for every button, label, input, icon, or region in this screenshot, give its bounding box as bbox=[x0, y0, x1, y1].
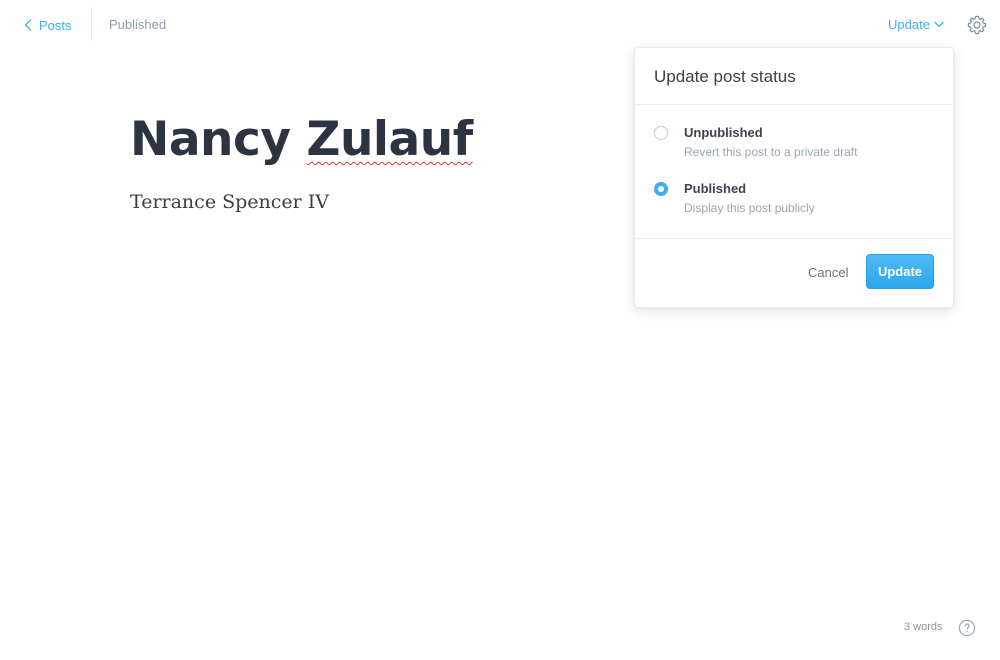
editor-page: Posts Published Update Nancy Zulauf Terr… bbox=[0, 0, 1000, 660]
update-button[interactable]: Update bbox=[866, 254, 934, 289]
chevron-left-icon bbox=[24, 19, 32, 31]
cancel-button[interactable]: Cancel bbox=[808, 265, 848, 280]
status-option-unpublished[interactable]: Unpublished Revert this post to a privat… bbox=[654, 124, 934, 164]
published-description: Display this post publicly bbox=[684, 201, 815, 215]
post-title-first: Nancy bbox=[130, 112, 307, 167]
gear-icon bbox=[967, 15, 987, 35]
status-option-published[interactable]: Published Display this post publicly bbox=[654, 180, 934, 220]
post-title[interactable]: Nancy Zulauf bbox=[130, 108, 473, 172]
help-button[interactable] bbox=[958, 619, 976, 637]
popover-footer-divider bbox=[635, 238, 953, 239]
topbar-divider bbox=[91, 7, 92, 41]
chevron-down-icon bbox=[934, 21, 944, 28]
settings-button[interactable] bbox=[966, 14, 988, 36]
update-dropdown-toggle[interactable]: Update bbox=[888, 17, 944, 32]
word-count: 3 words bbox=[904, 621, 943, 633]
question-circle-icon bbox=[958, 619, 976, 637]
post-title-misspelled-word: Zulauf bbox=[306, 112, 473, 167]
unpublished-radio[interactable] bbox=[654, 126, 668, 140]
post-status-label: Published bbox=[109, 17, 167, 32]
update-toggle-label: Update bbox=[888, 17, 930, 32]
published-radio[interactable] bbox=[654, 182, 668, 196]
post-body-text[interactable]: Terrance Spencer IV bbox=[130, 189, 329, 215]
unpublished-label: Unpublished bbox=[684, 125, 763, 140]
unpublished-description: Revert this post to a private draft bbox=[684, 145, 858, 159]
back-to-posts-link[interactable]: Posts bbox=[24, 16, 72, 34]
post-status-popover: Update post status Unpublished Revert th… bbox=[634, 47, 954, 308]
popover-title: Update post status bbox=[635, 48, 953, 105]
published-label: Published bbox=[684, 181, 747, 196]
back-link-label: Posts bbox=[39, 17, 72, 33]
